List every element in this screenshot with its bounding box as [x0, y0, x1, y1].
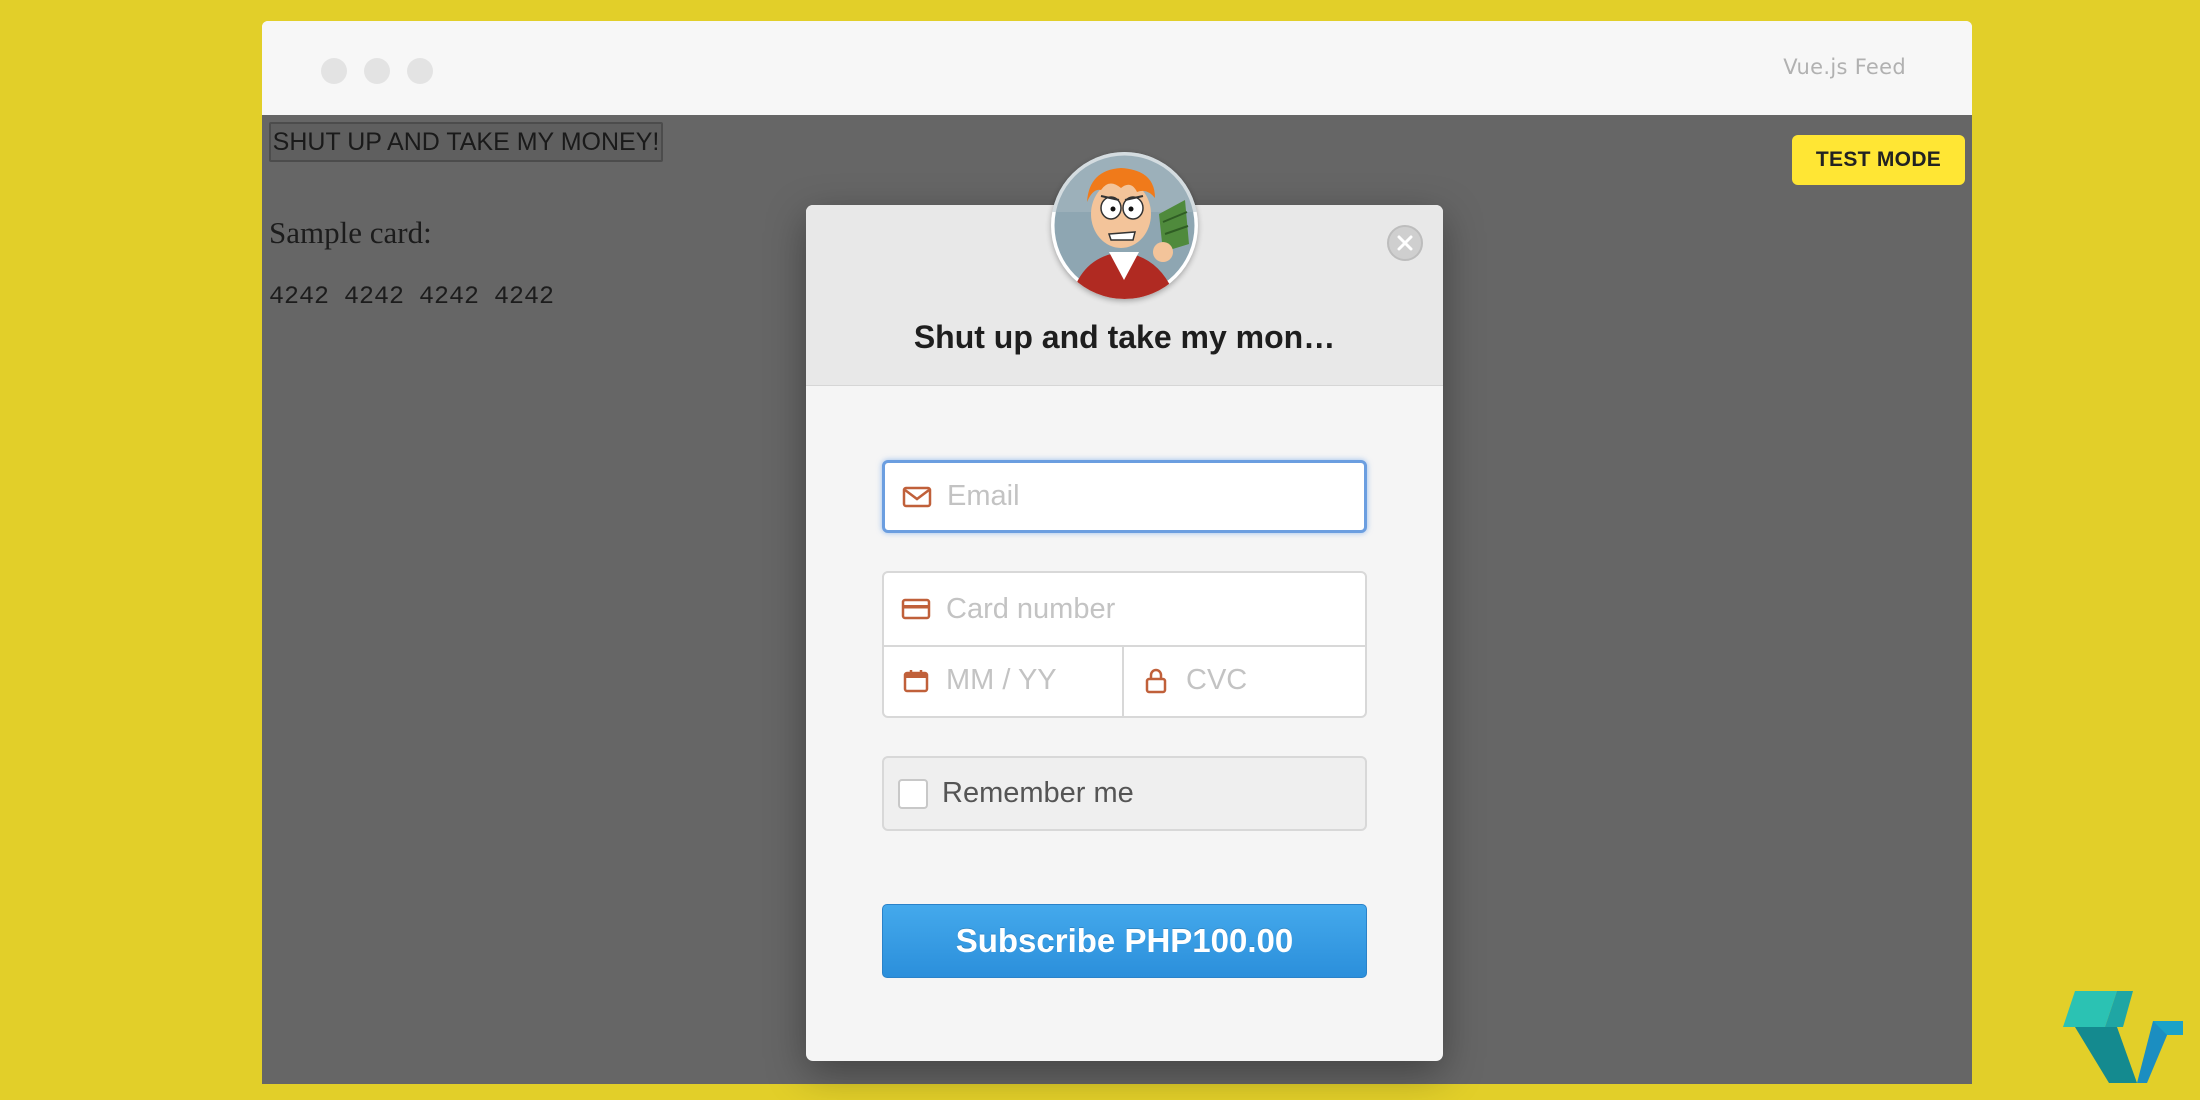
- merchant-avatar-image: [1051, 152, 1198, 299]
- card-number-field: [884, 573, 1365, 647]
- window-minimize-dot[interactable]: [364, 58, 390, 84]
- lock-icon: [1140, 668, 1172, 693]
- envelope-icon: [901, 485, 933, 509]
- card-number-input[interactable]: [946, 592, 1365, 626]
- window-maximize-dot[interactable]: [407, 58, 433, 84]
- remember-me-row[interactable]: Remember me: [882, 756, 1367, 831]
- window-close-dot[interactable]: [321, 58, 347, 84]
- vuejs-feed-logo: [2063, 991, 2183, 1083]
- remember-me-label: Remember me: [942, 777, 1134, 809]
- card-details-group: [882, 571, 1367, 718]
- email-field-wrapper: [882, 460, 1367, 533]
- sample-card-number: 4242 4242 4242 4242: [269, 282, 555, 311]
- sample-card-label: Sample card:: [269, 215, 432, 250]
- close-button[interactable]: [1387, 225, 1423, 261]
- take-my-money-button[interactable]: SHUT UP AND TAKE MY MONEY!: [269, 122, 663, 162]
- cvc-input[interactable]: [1186, 664, 1365, 697]
- remember-me-checkbox[interactable]: [898, 778, 928, 809]
- expiry-field: [884, 645, 1124, 716]
- window-titlebar: Vue.js Feed: [262, 21, 1972, 116]
- calendar-icon: [900, 669, 932, 693]
- test-mode-badge: TEST MODE: [1792, 135, 1965, 185]
- checkout-modal: Shut up and take my mon… Email Card numb…: [806, 205, 1443, 1061]
- credit-card-icon: [900, 597, 932, 621]
- subscribe-button[interactable]: Subscribe PHP100.00: [882, 904, 1367, 978]
- cvc-field: [1124, 645, 1365, 716]
- email-input[interactable]: [947, 480, 1364, 513]
- expiry-input[interactable]: [946, 664, 1122, 697]
- merchant-avatar: [1051, 152, 1198, 299]
- checkout-title: Shut up and take my mon…: [913, 319, 1336, 355]
- window-title: Vue.js Feed: [1783, 55, 1906, 79]
- close-icon: [1397, 235, 1413, 251]
